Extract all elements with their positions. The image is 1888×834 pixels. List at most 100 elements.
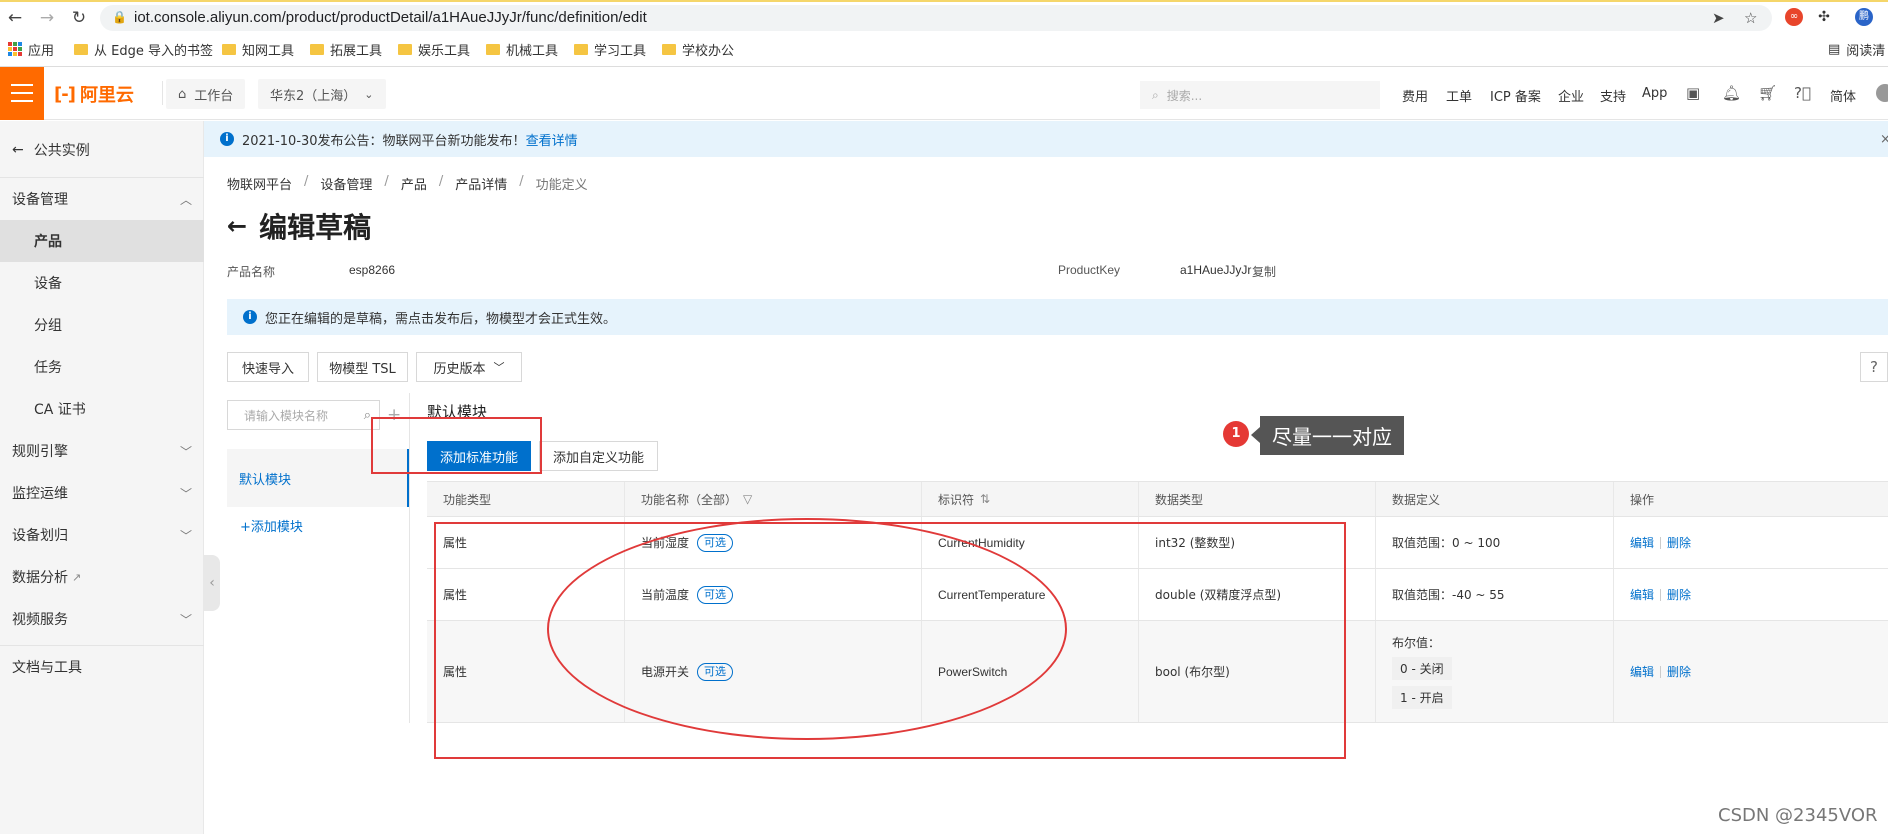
annotation-rectangle-add-standard [371, 417, 542, 474]
address-bar[interactable]: 🔒 iot.console.aliyun.com/product/product… [100, 5, 1772, 31]
breadcrumb: 物联网平台 / 设备管理 / 产品 / 产品详情 / 功能定义 [227, 174, 588, 193]
reading-list[interactable]: ▤ 阅读清 [1828, 40, 1885, 59]
th-identifier[interactable]: 标识符 ⇅ [921, 482, 1138, 516]
sidebar-item-group[interactable]: 分组 [0, 304, 204, 346]
bookmark-extensions[interactable]: 拓展工具 [310, 40, 382, 59]
bookmark-label: 应用 [28, 43, 55, 59]
edit-link[interactable]: 编辑 [1630, 663, 1654, 680]
sidebar-item-product[interactable]: 产品 [0, 220, 204, 262]
bookmark-mechanical[interactable]: 机械工具 [486, 40, 558, 59]
th-name[interactable]: 功能名称（全部） ▽ [624, 482, 921, 516]
add-custom-function-button[interactable]: 添加自定义功能 [539, 441, 658, 471]
help-icon[interactable]: ?⃝ [1794, 84, 1811, 102]
cell-def: 布尔值： 0 - 关闭 1 - 开启 [1375, 621, 1613, 722]
header-link-billing[interactable]: 费用 [1402, 86, 1428, 105]
bookmark-cnki[interactable]: 知网工具 [222, 40, 294, 59]
header-link-app[interactable]: App [1642, 86, 1667, 101]
edit-link[interactable]: 编辑 [1630, 586, 1654, 603]
tsl-button[interactable]: 物模型 TSL [317, 352, 408, 382]
history-version-button[interactable]: 历史版本 ﹀ [416, 352, 522, 382]
arrow-left-icon[interactable]: ← [227, 212, 247, 240]
delete-link[interactable]: 删除 [1667, 663, 1691, 680]
terminal-icon[interactable]: ▣ [1686, 84, 1700, 102]
sidebar-item-task[interactable]: 任务 [0, 346, 204, 388]
bookmark-school[interactable]: 学校办公 [662, 40, 735, 59]
user-avatar[interactable] [1876, 84, 1888, 102]
sidebar-item-ca-cert[interactable]: CA 证书 [0, 388, 204, 430]
sidebar-item-data-analysis[interactable]: 数据分析 ↗ [0, 556, 204, 598]
folder-icon [310, 43, 324, 55]
cart-icon[interactable]: 🛒︎ [1758, 84, 1777, 102]
help-button[interactable]: ? [1860, 352, 1888, 382]
delete-link[interactable]: 删除 [1667, 586, 1691, 603]
back-arrow-icon[interactable]: ← [6, 9, 24, 27]
arrow-left-icon: ← [12, 142, 24, 158]
sidebar-item-monitoring[interactable]: 监控运维 ﹀ [0, 472, 204, 514]
add-module-link[interactable]: +添加模块 [240, 516, 303, 535]
back-to-public-instance[interactable]: ← 公共实例 [12, 140, 90, 160]
language-switch[interactable]: 简体 [1830, 86, 1856, 105]
bookmark-label: 学校办公 [682, 43, 735, 59]
sidebar-item-label: 分组 [34, 318, 62, 334]
region-select[interactable]: 华东2（上海） ⌄ [258, 79, 386, 109]
extensions-puzzle-icon[interactable]: ✣ [1815, 8, 1833, 26]
sidebar-collapse-handle[interactable]: ‹ [204, 555, 220, 611]
sidebar-section-device-management[interactable]: 设备管理 ︿ [0, 178, 204, 220]
console-search-input[interactable]: ⌕ 搜索... [1140, 81, 1380, 109]
product-name-label: 产品名称 [227, 265, 276, 279]
sidebar-item-docs[interactable]: 文档与工具 [0, 646, 204, 688]
sidebar-item-rule-engine[interactable]: 规则引擎 ﹀ [0, 430, 204, 472]
filter-icon[interactable]: ▽ [743, 492, 752, 506]
button-label: 添加自定义功能 [552, 450, 644, 466]
menu-icon[interactable] [0, 67, 44, 120]
send-icon[interactable]: ➤ [1712, 9, 1725, 27]
annotation-ellipse [547, 518, 1067, 740]
th-def: 数据定义 [1375, 482, 1613, 516]
breadcrumb-device-management[interactable]: 设备管理 [320, 174, 372, 193]
bookmark-apps[interactable]: 应用 [8, 40, 55, 59]
breadcrumb-product-detail[interactable]: 产品详情 [455, 174, 507, 193]
header-link-enterprise[interactable]: 企业 [1558, 86, 1584, 105]
header-link-ticket[interactable]: 工单 [1446, 86, 1472, 105]
quick-import-button[interactable]: 快速导入 [227, 352, 309, 382]
extension-infinity-icon[interactable]: ∞ [1785, 8, 1803, 26]
chevron-down-icon: ﹀ [179, 612, 192, 627]
announcement-link[interactable]: 查看详情 [526, 130, 578, 149]
cell-def: 取值范围：-40 ~ 55 [1375, 569, 1613, 620]
profile-avatar[interactable]: 鹏 [1855, 8, 1873, 26]
star-icon[interactable]: ☆ [1744, 9, 1757, 27]
bookmark-entertainment[interactable]: 娱乐工具 [398, 40, 470, 59]
workbench-button[interactable]: ⌂ 工作台 [166, 79, 246, 109]
edit-link[interactable]: 编辑 [1630, 534, 1654, 551]
sidebar-item-label: 产品 [34, 234, 62, 250]
close-icon[interactable]: × [1880, 132, 1888, 147]
page-title: ← 编辑草稿 [227, 206, 371, 246]
sort-icon[interactable]: ⇅ [980, 492, 990, 506]
aliyun-logo[interactable]: [-] 阿里云 [54, 81, 134, 107]
button-label: 历史版本 [433, 361, 486, 377]
breadcrumb-iot-platform[interactable]: 物联网平台 [227, 174, 292, 193]
delete-link[interactable]: 删除 [1667, 534, 1691, 551]
product-name-value: esp8266 [349, 263, 396, 277]
bool-def-title: 布尔值： [1392, 636, 1441, 650]
header-link-support[interactable]: 支持 [1600, 86, 1626, 105]
sidebar-item-device-transfer[interactable]: 设备划归 ﹀ [0, 514, 204, 556]
sidebar-item-label: 设备 [34, 276, 62, 292]
sidebar-item-device[interactable]: 设备 [0, 262, 204, 304]
search-placeholder: 搜索... [1166, 88, 1203, 103]
bookmark-study[interactable]: 学习工具 [574, 40, 646, 59]
cell-actions: 编辑 删除 [1613, 517, 1888, 568]
folder-icon [398, 43, 412, 55]
forward-arrow-icon[interactable]: → [38, 9, 56, 27]
module-search-input[interactable]: 请输入模块名称 ⌕ [227, 400, 380, 430]
header-link-icp[interactable]: ICP 备案 [1490, 86, 1541, 105]
sidebar-item-video[interactable]: 视频服务 ﹀ [0, 598, 204, 640]
breadcrumb-product[interactable]: 产品 [401, 174, 427, 193]
copy-link[interactable]: 复制 [1252, 263, 1276, 280]
bookmark-edge-import[interactable]: 从 Edge 导入的书签 [74, 40, 213, 59]
reload-icon[interactable]: ↻ [70, 9, 88, 27]
bell-icon[interactable]: 🔔︎ [1722, 84, 1741, 102]
cell-def: 取值范围：0 ~ 100 [1375, 517, 1613, 568]
annotation-callout: 尽量一一对应 [1251, 416, 1404, 455]
sidebar-item-label: 设备划归 [12, 528, 68, 544]
